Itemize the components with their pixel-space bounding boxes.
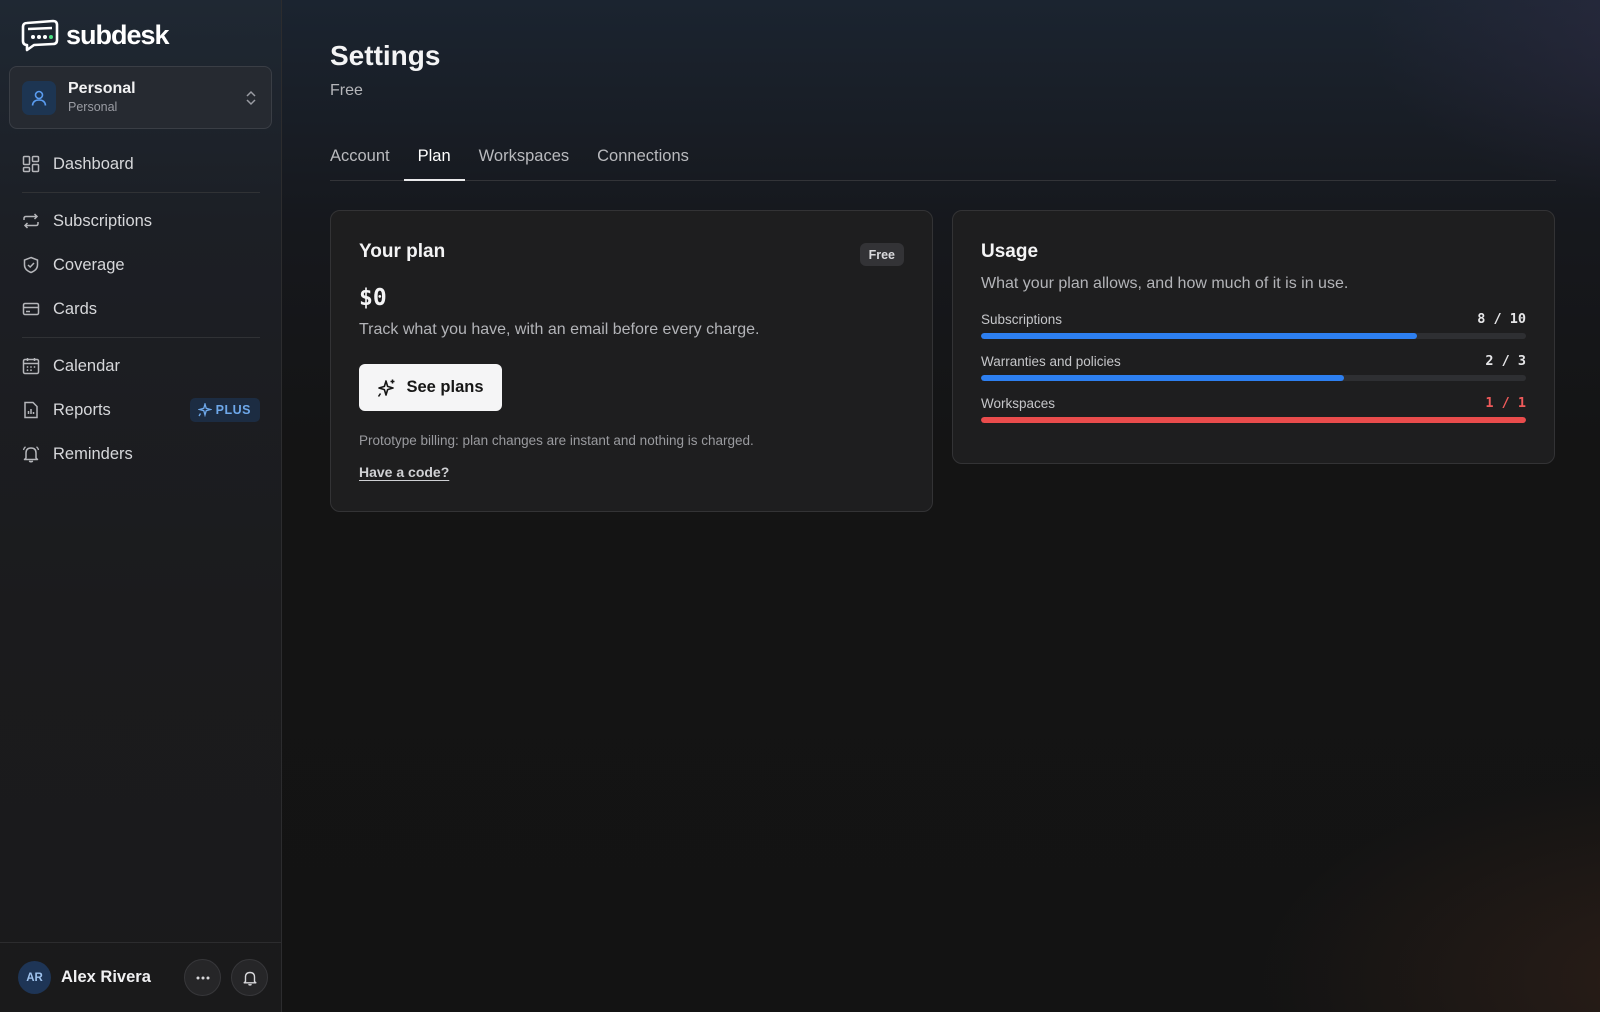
sidebar: subdesk Personal Personal Dashboard Subs… bbox=[0, 0, 282, 1012]
notifications-button[interactable] bbox=[231, 959, 268, 996]
app-root: subdesk Personal Personal Dashboard Subs… bbox=[0, 0, 1600, 1012]
usage-progress-fill bbox=[981, 417, 1526, 423]
tab-connections[interactable]: Connections bbox=[583, 138, 703, 180]
chevron-up-down-icon bbox=[246, 90, 256, 105]
see-plans-label: See plans bbox=[406, 378, 484, 396]
sidebar-nav: Dashboard Subscriptions Coverage Cards C… bbox=[0, 142, 282, 476]
dashboard-icon bbox=[22, 155, 40, 173]
plan-card-title: Your plan bbox=[359, 241, 446, 262]
calendar-icon bbox=[22, 357, 40, 375]
user-name[interactable]: Alex Rivera bbox=[61, 968, 184, 987]
usage-label: Warranties and policies bbox=[981, 353, 1121, 369]
usage-card: Usage What your plan allows, and how muc… bbox=[952, 210, 1555, 464]
nav-divider bbox=[22, 192, 260, 193]
usage-row-warranties: Warranties and policies 2 / 3 bbox=[981, 353, 1526, 381]
usage-row-subscriptions: Subscriptions 8 / 10 bbox=[981, 311, 1526, 339]
report-icon bbox=[22, 401, 40, 419]
brand[interactable]: subdesk bbox=[20, 18, 170, 52]
user-icon bbox=[31, 90, 47, 106]
page-title: Settings bbox=[330, 40, 441, 71]
credit-card-icon bbox=[22, 300, 40, 318]
sidebar-item-label: Calendar bbox=[53, 356, 120, 375]
sidebar-item-label: Cards bbox=[53, 299, 98, 318]
have-a-code-link[interactable]: Have a code? bbox=[359, 464, 449, 480]
repeat-icon bbox=[22, 212, 40, 230]
plan-price: $0 bbox=[359, 285, 387, 311]
billing-note: Prototype billing: plan changes are inst… bbox=[359, 433, 754, 448]
workspace-text: Personal Personal bbox=[68, 79, 243, 116]
sidebar-item-calendar[interactable]: Calendar bbox=[0, 344, 282, 388]
usage-head: Warranties and policies 2 / 3 bbox=[981, 353, 1526, 369]
usage-progress-fill bbox=[981, 375, 1345, 381]
plus-badge: PLUS bbox=[189, 398, 260, 422]
sidebar-item-dashboard[interactable]: Dashboard bbox=[0, 142, 282, 186]
sidebar-item-reminders[interactable]: Reminders bbox=[0, 432, 282, 476]
user-bar: AR Alex Rivera bbox=[0, 942, 282, 1012]
main-content: Settings Free Account Plan Workspaces Co… bbox=[282, 0, 1600, 1012]
usage-count: 1 / 1 bbox=[1485, 395, 1526, 411]
usage-count: 8 / 10 bbox=[1477, 311, 1526, 327]
sparkle-icon bbox=[378, 379, 395, 397]
settings-tabs: Account Plan Workspaces Connections bbox=[330, 138, 1556, 181]
sidebar-item-label: Reminders bbox=[53, 444, 133, 463]
sidebar-item-label: Dashboard bbox=[53, 154, 134, 173]
usage-head: Subscriptions 8 / 10 bbox=[981, 311, 1526, 327]
page-subtitle: Free bbox=[330, 82, 363, 99]
sparkle-icon bbox=[197, 403, 212, 417]
usage-card-title: Usage bbox=[981, 241, 1039, 262]
plan-description: Track what you have, with an email befor… bbox=[359, 321, 760, 338]
usage-progress-bar bbox=[981, 333, 1526, 339]
tab-account[interactable]: Account bbox=[330, 138, 404, 180]
usage-description: What your plan allows, and how much of i… bbox=[981, 275, 1349, 292]
workspace-avatar bbox=[22, 80, 56, 115]
tab-workspaces[interactable]: Workspaces bbox=[465, 138, 583, 180]
plan-badge: Free bbox=[859, 243, 904, 266]
sidebar-item-label: Reports bbox=[53, 400, 111, 419]
usage-progress-bar bbox=[981, 417, 1526, 423]
usage-row-workspaces: Workspaces 1 / 1 bbox=[981, 395, 1526, 423]
usage-progress-bar bbox=[981, 375, 1526, 381]
sidebar-item-label: Subscriptions bbox=[53, 211, 153, 230]
more-options-button[interactable] bbox=[184, 959, 221, 996]
tab-plan[interactable]: Plan bbox=[403, 138, 465, 181]
usage-label: Subscriptions bbox=[981, 311, 1063, 327]
sidebar-item-label: Coverage bbox=[53, 255, 125, 274]
brand-name: subdesk bbox=[66, 19, 170, 50]
plan-card: Your plan Free $0 Track what you have, w… bbox=[330, 210, 933, 512]
usage-progress-fill bbox=[981, 333, 1417, 339]
nav-divider bbox=[22, 337, 260, 338]
plus-badge-label: PLUS bbox=[215, 403, 251, 417]
see-plans-button[interactable]: See plans bbox=[359, 364, 502, 411]
sidebar-item-subscriptions[interactable]: Subscriptions bbox=[0, 199, 282, 243]
more-horizontal-icon bbox=[196, 976, 209, 979]
workspace-switcher[interactable]: Personal Personal bbox=[9, 66, 272, 129]
shield-icon bbox=[22, 256, 40, 274]
workspace-type: Personal bbox=[68, 100, 118, 114]
usage-list: Subscriptions 8 / 10 Warranties and poli… bbox=[981, 311, 1526, 423]
workspace-name: Personal bbox=[68, 80, 136, 97]
sidebar-item-coverage[interactable]: Coverage bbox=[0, 243, 282, 287]
subdesk-logo-icon bbox=[21, 19, 59, 52]
usage-label: Workspaces bbox=[981, 395, 1056, 411]
usage-head: Workspaces 1 / 1 bbox=[981, 395, 1526, 411]
bell-icon bbox=[22, 445, 40, 463]
sidebar-item-cards[interactable]: Cards bbox=[0, 287, 282, 331]
bell-icon bbox=[243, 971, 256, 986]
usage-count: 2 / 3 bbox=[1485, 353, 1526, 369]
sidebar-item-reports[interactable]: Reports PLUS bbox=[0, 388, 282, 432]
avatar[interactable]: AR bbox=[18, 961, 51, 994]
